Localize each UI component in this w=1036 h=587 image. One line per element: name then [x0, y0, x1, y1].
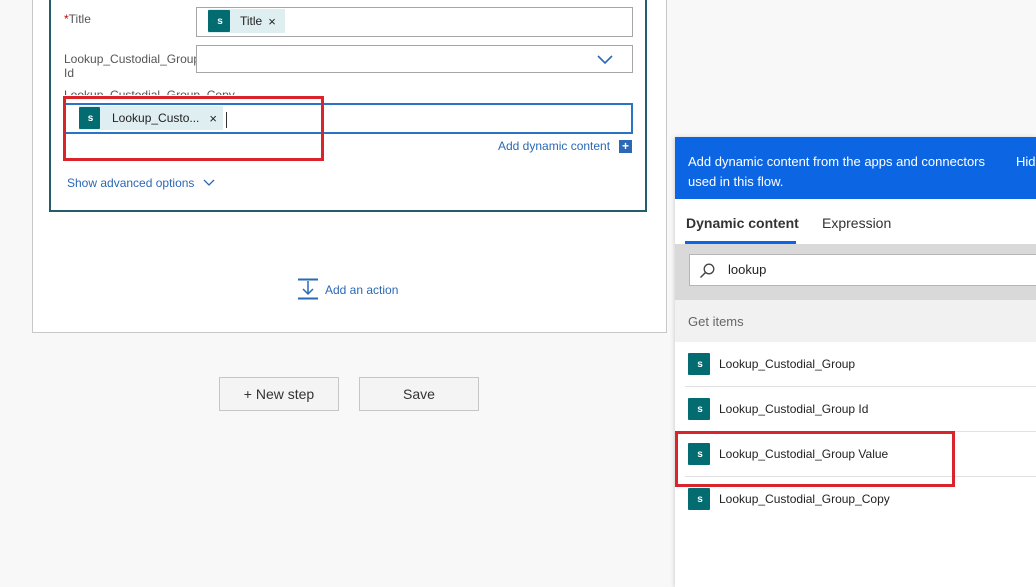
chevron-down-icon[interactable] [203, 179, 215, 187]
dynamic-content-panel: Add dynamic content from the apps and co… [675, 137, 1036, 587]
tab-dynamic-content[interactable]: Dynamic content [686, 215, 799, 231]
remove-token-icon[interactable]: × [268, 14, 276, 29]
panel-header: Add dynamic content from the apps and co… [675, 137, 1036, 199]
panel-header-text: Add dynamic content from the apps and co… [688, 154, 986, 189]
add-action-icon[interactable] [297, 278, 319, 300]
tab-expression[interactable]: Expression [822, 215, 891, 231]
title-field-label: *Title [64, 12, 91, 26]
search-area: lookup [675, 244, 1036, 300]
section-title: Get items [688, 314, 744, 329]
title-token-label: Title [240, 14, 263, 28]
item-label: Lookup_Custodial_Group [719, 357, 856, 371]
add-dynamic-content-plus-icon[interactable]: + [619, 140, 632, 153]
sharepoint-icon: s [208, 10, 230, 32]
dynamic-content-item[interactable]: s Lookup_Custodial_Group [675, 342, 1036, 386]
hide-panel-link[interactable]: Hid [1016, 152, 1036, 172]
lookup-id-dropdown[interactable] [196, 45, 633, 73]
highlight-box [63, 96, 324, 161]
search-value: lookup [728, 262, 767, 277]
lookup-id-field-label: Lookup_Custodial_Group Id [64, 52, 201, 80]
sharepoint-icon: s [688, 488, 710, 510]
sharepoint-icon: s [688, 398, 710, 420]
title-token[interactable]: s Title × [208, 9, 285, 33]
show-advanced-options-link[interactable]: Show advanced options [67, 176, 194, 190]
item-label: Lookup_Custodial_Group_Copy [719, 492, 890, 506]
new-step-button[interactable]: + New step [219, 377, 339, 411]
chevron-down-icon[interactable] [597, 55, 613, 65]
highlight-box [675, 431, 955, 487]
dynamic-content-item[interactable]: s Lookup_Custodial_Group Id [675, 387, 1036, 431]
section-get-items: Get items [675, 300, 1036, 342]
item-label: Lookup_Custodial_Group Id [719, 402, 869, 416]
panel-tabs: Dynamic content Expression [675, 199, 1036, 244]
add-action-link[interactable]: Add an action [325, 283, 398, 297]
save-button[interactable]: Save [359, 377, 479, 411]
add-dynamic-content-link[interactable]: Add dynamic content [498, 139, 610, 153]
search-icon [700, 263, 715, 278]
copy-field-label: Lookup_Custodial_Group_Copy [64, 88, 235, 95]
sharepoint-icon: s [688, 353, 710, 375]
